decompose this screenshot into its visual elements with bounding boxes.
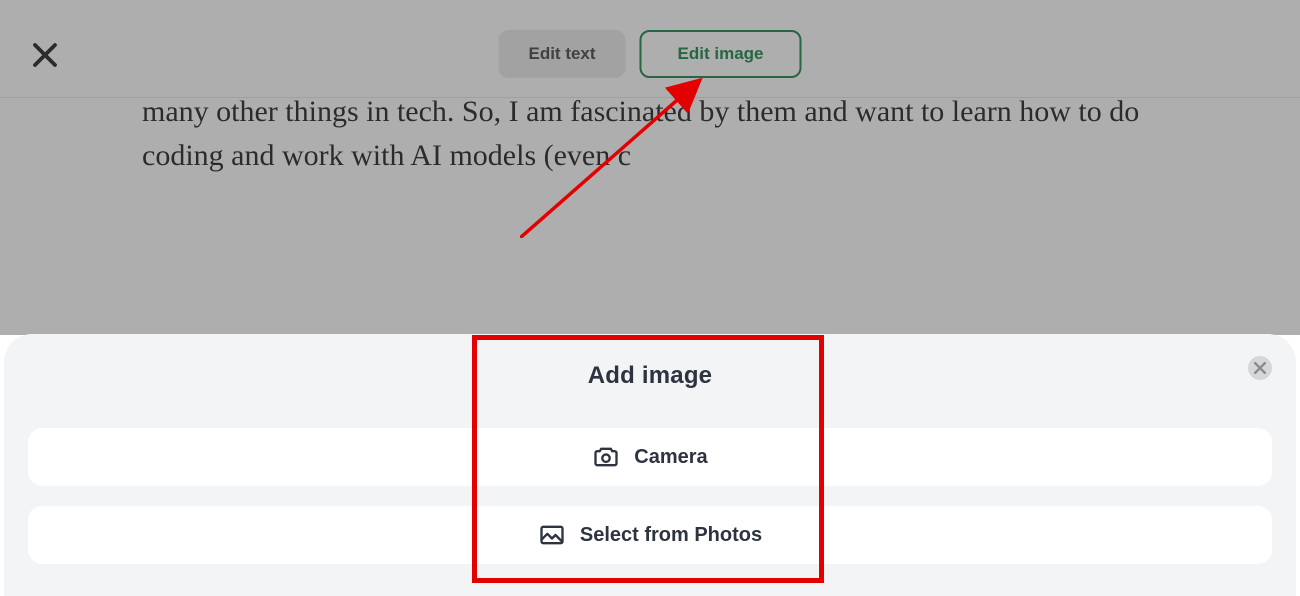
add-image-sheet: Add image Camera Select from Photos: [4, 334, 1296, 596]
sheet-title: Add image: [4, 362, 1296, 390]
camera-option[interactable]: Camera: [28, 428, 1272, 486]
close-icon: [1254, 362, 1266, 374]
camera-option-label: Camera: [634, 446, 707, 469]
sheet-close-button[interactable]: [1248, 356, 1272, 380]
camera-icon: [592, 443, 620, 471]
select-from-photos-label: Select from Photos: [580, 524, 762, 547]
screen: Edit text Edit image many other things i…: [0, 0, 1300, 596]
select-from-photos-option[interactable]: Select from Photos: [28, 506, 1272, 564]
modal-backdrop: [0, 0, 1300, 335]
image-icon: [538, 521, 566, 549]
